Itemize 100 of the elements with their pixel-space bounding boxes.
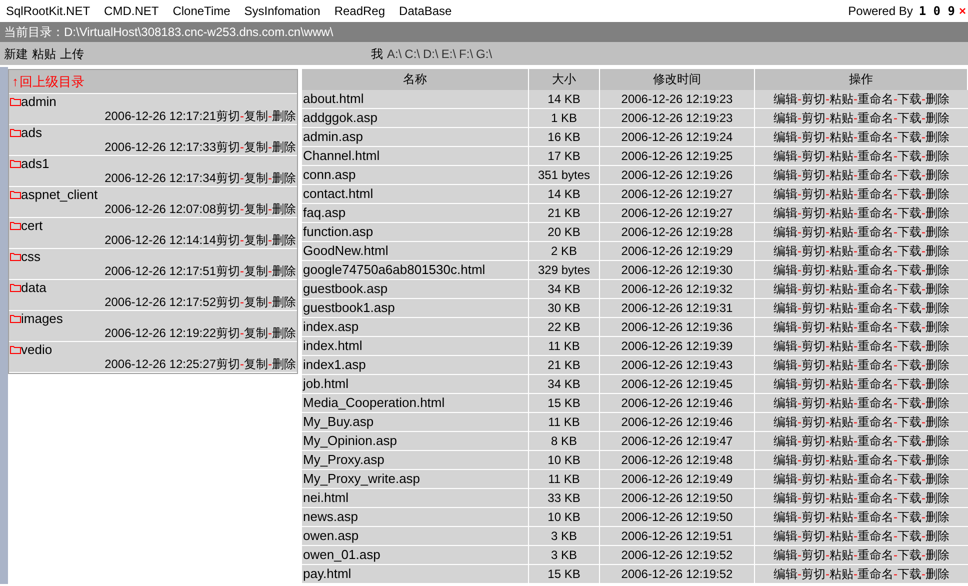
- action-link[interactable]: 删除: [926, 318, 950, 336]
- action-link[interactable]: 下载: [898, 356, 922, 374]
- action-link[interactable]: 编辑: [774, 223, 798, 241]
- action-link[interactable]: 编辑: [774, 147, 798, 165]
- action-link[interactable]: 粘贴: [830, 508, 854, 526]
- action-link[interactable]: 下载: [898, 318, 922, 336]
- action-link[interactable]: 下载: [898, 109, 922, 127]
- action-link[interactable]: 复制: [244, 109, 268, 124]
- action-link[interactable]: 删除: [926, 356, 950, 374]
- toolbar-link[interactable]: 上传: [60, 44, 84, 62]
- action-link[interactable]: 粘贴: [830, 451, 854, 469]
- action-link[interactable]: 下载: [898, 166, 922, 184]
- action-link[interactable]: 剪切: [802, 432, 826, 450]
- action-link[interactable]: 粘贴: [830, 356, 854, 374]
- action-link[interactable]: 删除: [926, 109, 950, 127]
- action-link[interactable]: 编辑: [774, 432, 798, 450]
- action-link[interactable]: 下载: [898, 565, 922, 583]
- action-link[interactable]: 重命名: [858, 432, 894, 450]
- action-link[interactable]: 剪切: [802, 565, 826, 583]
- action-link[interactable]: 重命名: [858, 489, 894, 507]
- action-link[interactable]: 下载: [898, 128, 922, 146]
- action-link[interactable]: 重命名: [858, 337, 894, 355]
- folder-link[interactable]: css: [21, 249, 40, 264]
- action-link[interactable]: 删除: [926, 489, 950, 507]
- action-link[interactable]: 编辑: [774, 527, 798, 545]
- nav-link[interactable]: CMD.NET: [104, 2, 159, 20]
- action-link[interactable]: 复制: [244, 326, 268, 341]
- file-link[interactable]: admin.asp: [303, 129, 363, 144]
- file-link[interactable]: job.html: [303, 376, 349, 391]
- action-link[interactable]: 编辑: [774, 546, 798, 564]
- file-link[interactable]: My_Buy.asp: [303, 414, 374, 429]
- action-link[interactable]: 删除: [926, 546, 950, 564]
- action-link[interactable]: 删除: [272, 202, 296, 217]
- folder-link[interactable]: vedio: [21, 342, 52, 357]
- action-link[interactable]: 删除: [272, 140, 296, 155]
- action-link[interactable]: 复制: [244, 140, 268, 155]
- nav-link[interactable]: DataBase: [399, 2, 452, 20]
- drive-link[interactable]: G:\: [476, 44, 492, 62]
- action-link[interactable]: 重命名: [858, 508, 894, 526]
- action-link[interactable]: 重命名: [858, 356, 894, 374]
- action-link[interactable]: 编辑: [774, 337, 798, 355]
- action-link[interactable]: 删除: [926, 185, 950, 203]
- action-link[interactable]: 剪切: [802, 185, 826, 203]
- action-link[interactable]: 粘贴: [830, 318, 854, 336]
- file-link[interactable]: google74750a6ab801530c.html: [303, 262, 486, 277]
- action-link[interactable]: 删除: [926, 375, 950, 393]
- action-link[interactable]: 粘贴: [830, 109, 854, 127]
- action-link[interactable]: 删除: [926, 413, 950, 431]
- action-link[interactable]: 删除: [926, 337, 950, 355]
- action-link[interactable]: 复制: [244, 171, 268, 186]
- action-link[interactable]: 剪切: [216, 295, 240, 310]
- folder-link[interactable]: cert: [21, 218, 43, 233]
- action-link[interactable]: 编辑: [774, 451, 798, 469]
- action-link[interactable]: 删除: [926, 242, 950, 260]
- action-link[interactable]: 编辑: [774, 375, 798, 393]
- action-link[interactable]: 粘贴: [830, 166, 854, 184]
- action-link[interactable]: 剪切: [802, 223, 826, 241]
- file-link[interactable]: nei.html: [303, 490, 349, 505]
- file-link[interactable]: about.html: [303, 91, 364, 106]
- action-link[interactable]: 重命名: [858, 451, 894, 469]
- action-link[interactable]: 剪切: [802, 546, 826, 564]
- action-link[interactable]: 编辑: [774, 185, 798, 203]
- action-link[interactable]: 删除: [272, 326, 296, 341]
- action-link[interactable]: 下载: [898, 527, 922, 545]
- folder-link[interactable]: ads: [21, 125, 42, 140]
- action-link[interactable]: 重命名: [858, 527, 894, 545]
- action-link[interactable]: 编辑: [774, 413, 798, 431]
- action-link[interactable]: 粘贴: [830, 413, 854, 431]
- action-link[interactable]: 重命名: [858, 204, 894, 222]
- action-link[interactable]: 重命名: [858, 166, 894, 184]
- action-link[interactable]: 剪切: [802, 470, 826, 488]
- action-link[interactable]: 删除: [926, 147, 950, 165]
- action-link[interactable]: 删除: [272, 295, 296, 310]
- action-link[interactable]: 剪切: [802, 90, 826, 108]
- action-link[interactable]: 编辑: [774, 242, 798, 260]
- action-link[interactable]: 复制: [244, 295, 268, 310]
- file-link[interactable]: My_Opinion.asp: [303, 433, 397, 448]
- action-link[interactable]: 删除: [926, 508, 950, 526]
- action-link[interactable]: 粘贴: [830, 261, 854, 279]
- action-link[interactable]: 编辑: [774, 204, 798, 222]
- file-link[interactable]: My_Proxy.asp: [303, 452, 384, 467]
- action-link[interactable]: 删除: [926, 470, 950, 488]
- action-link[interactable]: 删除: [926, 527, 950, 545]
- action-link[interactable]: 重命名: [858, 147, 894, 165]
- file-link[interactable]: faq.asp: [303, 205, 346, 220]
- action-link[interactable]: 重命名: [858, 546, 894, 564]
- action-link[interactable]: 剪切: [802, 527, 826, 545]
- action-link[interactable]: 粘贴: [830, 242, 854, 260]
- action-link[interactable]: 粘贴: [830, 185, 854, 203]
- action-link[interactable]: 重命名: [858, 261, 894, 279]
- action-link[interactable]: 复制: [244, 264, 268, 279]
- action-link[interactable]: 重命名: [858, 90, 894, 108]
- action-link[interactable]: 编辑: [774, 356, 798, 374]
- drive-link[interactable]: C:\: [404, 44, 420, 62]
- action-link[interactable]: 复制: [244, 202, 268, 217]
- action-link[interactable]: 剪切: [802, 242, 826, 260]
- action-link[interactable]: 复制: [244, 233, 268, 248]
- action-link[interactable]: 剪切: [802, 204, 826, 222]
- file-link[interactable]: contact.html: [303, 186, 374, 201]
- action-link[interactable]: 重命名: [858, 223, 894, 241]
